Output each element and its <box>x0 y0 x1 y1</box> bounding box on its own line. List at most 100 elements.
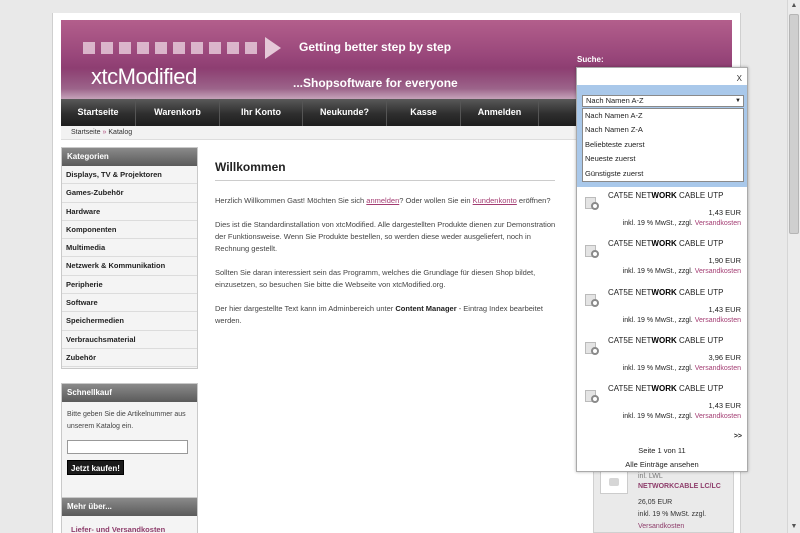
decor-square <box>137 42 149 54</box>
decor-square <box>119 42 131 54</box>
product-price: 26,05 EUR <box>638 499 673 506</box>
categories-title: Kategorien <box>62 148 197 166</box>
result-name[interactable]: CAT5E NETWORK CABLE UTP <box>608 239 723 248</box>
scroll-down-icon[interactable]: ▼ <box>788 521 800 533</box>
product-search-icon <box>585 245 601 259</box>
nav-item-warenkorb[interactable]: Warenkorb <box>136 99 220 126</box>
article-number-input[interactable] <box>67 440 188 454</box>
search-result-item[interactable]: CAT5E NETWORK CABLE UTP 1,43 EUR inkl. 1… <box>577 384 747 429</box>
result-price: 1,43 EUR <box>708 401 741 410</box>
shipping-costs-link[interactable]: Liefer- und Versandkosten <box>62 516 197 533</box>
close-icon[interactable]: X <box>737 74 742 83</box>
scroll-up-icon[interactable]: ▲ <box>788 0 800 12</box>
result-tax: inkl. 19 % MwSt., zzgl. Versandkosten <box>622 220 741 227</box>
result-price: 1,90 EUR <box>708 256 741 265</box>
nav-item-startseite[interactable]: Startseite <box>61 99 136 126</box>
nav-item-anmelden[interactable]: Anmelden <box>461 99 539 126</box>
quickbuy-text: Bitte geben Sie die Artikelnummer aus un… <box>67 411 186 430</box>
decor-square <box>101 42 113 54</box>
search-result-item[interactable]: CAT5E NETWORK CABLE UTP 1,43 EUR inkl. 1… <box>577 288 747 333</box>
breadcrumb-home[interactable]: Startseite <box>71 129 101 136</box>
sort-option[interactable]: Nach Namen Z-A <box>583 123 743 137</box>
sort-option[interactable]: Günstigste zuerst <box>583 167 743 181</box>
main-content: Willkommen Herzlich Willkommen Gast! Möc… <box>215 160 565 339</box>
product-search-icon <box>585 294 601 308</box>
search-result-item[interactable]: CAT5E NETWORK CABLE UTP 1,90 EUR inkl. 1… <box>577 239 747 284</box>
decor-square <box>209 42 221 54</box>
category-item[interactable]: Software <box>62 294 197 313</box>
category-item[interactable]: Games-Zubehör <box>62 184 197 203</box>
admin-paragraph: Der hier dargestellte Text kann im Admin… <box>215 304 543 325</box>
sort-select[interactable]: Nach Namen A-Z ▼ <box>582 95 744 107</box>
product-tax-note: inkl. 19 % MwSt. zzgl. <box>638 511 707 518</box>
result-tax: inkl. 19 % MwSt., zzgl. Versandkosten <box>622 413 741 420</box>
product-name-partial: inl. LWL <box>638 473 663 480</box>
slogan-top: Getting better step by step <box>299 40 452 54</box>
buy-now-button[interactable]: Jetzt kaufen! <box>67 460 124 475</box>
result-price: 1,43 EUR <box>708 208 741 217</box>
more-about-box: Mehr über... Liefer- und Versandkosten <box>61 497 198 533</box>
sort-option[interactable]: Neueste zuerst <box>583 152 743 166</box>
page-title: Willkommen <box>215 160 555 181</box>
breadcrumb-separator: » <box>102 129 107 136</box>
slogan-bottom: ...Shopsoftware for everyone <box>293 76 458 90</box>
program-paragraph: Sollten Sie daran interessiert sein das … <box>215 268 536 289</box>
category-item[interactable]: Zubehör <box>62 349 197 368</box>
demo-paragraph: Dies ist die Standardinstallation von xt… <box>215 220 556 253</box>
result-price: 3,96 EUR <box>708 353 741 362</box>
pagination-text: Seite 1 von 11 <box>638 446 686 455</box>
product-name-link[interactable]: NETWORKCABLE LC/LC <box>638 483 721 490</box>
shipping-costs-link[interactable]: Versandkosten <box>638 523 684 530</box>
login-link[interactable]: anmelden <box>366 196 399 205</box>
result-name[interactable]: CAT5E NETWORK CABLE UTP <box>608 384 723 393</box>
category-item[interactable]: Verbrauchsmaterial <box>62 331 197 349</box>
category-item[interactable]: Hardware <box>62 203 197 221</box>
next-page-link[interactable]: >> <box>734 433 742 440</box>
nav-item-neukunde[interactable]: Neukunde? <box>303 99 387 126</box>
breadcrumb-current: Katalog <box>108 129 133 136</box>
category-item[interactable]: Peripherie <box>62 276 197 295</box>
decor-square <box>155 42 167 54</box>
more-about-title: Mehr über... <box>62 498 197 516</box>
categories-box: Kategorien Displays, TV & Projektoren Ga… <box>61 147 198 369</box>
welcome-paragraph: Herzlich Willkommen Gast! Möchten Sie si… <box>215 196 551 205</box>
scrollbar-thumb[interactable] <box>789 14 799 234</box>
page-scrollbar[interactable]: ▲ ▼ <box>787 0 800 533</box>
decor-square <box>173 42 185 54</box>
result-name[interactable]: CAT5E NETWORK CABLE UTP <box>608 288 723 297</box>
category-item[interactable]: Netzwerk & Kommunikation <box>62 257 197 276</box>
sort-option[interactable]: Nach Namen A-Z <box>583 109 743 124</box>
logo[interactable]: xtcModified <box>91 64 197 90</box>
sort-options-list: Nach Namen A-Z Nach Namen Z-A Beliebtest… <box>582 108 744 182</box>
category-item[interactable]: Speichermedien <box>62 312 197 331</box>
nav-item-kasse[interactable]: Kasse <box>387 99 461 126</box>
product-search-icon <box>585 342 601 356</box>
decor-square <box>83 42 95 54</box>
search-result-item[interactable]: CAT5E NETWORK CABLE UTP 3,96 EUR inkl. 1… <box>577 336 747 381</box>
result-tax: inkl. 19 % MwSt., zzgl. Versandkosten <box>622 365 741 372</box>
quickbuy-box: Schnellkauf Bitte geben Sie die Artikeln… <box>61 383 198 498</box>
search-result-item[interactable]: CAT5E NETWORK CABLE UTP 1,43 EUR inkl. 1… <box>577 191 747 236</box>
result-name[interactable]: CAT5E NETWORK CABLE UTP <box>608 336 723 345</box>
category-item[interactable]: Komponenten <box>62 221 197 240</box>
decor-square <box>227 42 239 54</box>
product-search-icon <box>585 390 601 404</box>
result-name[interactable]: CAT5E NETWORK CABLE UTP <box>608 191 723 200</box>
view-all-link[interactable]: Alle Einträge ansehen <box>577 460 747 469</box>
search-label: Suche: <box>577 55 604 64</box>
product-search-icon <box>585 197 601 211</box>
nav-item-konto[interactable]: Ihr Konto <box>220 99 303 126</box>
category-item[interactable]: Multimedia <box>62 239 197 258</box>
product-image[interactable] <box>600 470 628 494</box>
decor-square <box>245 42 257 54</box>
search-autocomplete-panel: X Nach Namen A-Z ▼ Nach Namen A-Z Nach N… <box>576 67 748 472</box>
category-item[interactable]: Displays, TV & Projektoren <box>62 166 197 185</box>
result-price: 1,43 EUR <box>708 305 741 314</box>
quickbuy-title: Schnellkauf <box>62 384 197 402</box>
result-tax: inkl. 19 % MwSt., zzgl. Versandkosten <box>622 317 741 324</box>
chevron-down-icon: ▼ <box>735 98 741 104</box>
result-tax: inkl. 19 % MwSt., zzgl. Versandkosten <box>622 268 741 275</box>
sort-option[interactable]: Beliebteste zuerst <box>583 138 743 152</box>
customer-account-link[interactable]: Kundenkonto <box>473 196 517 205</box>
arrow-icon <box>265 37 281 59</box>
